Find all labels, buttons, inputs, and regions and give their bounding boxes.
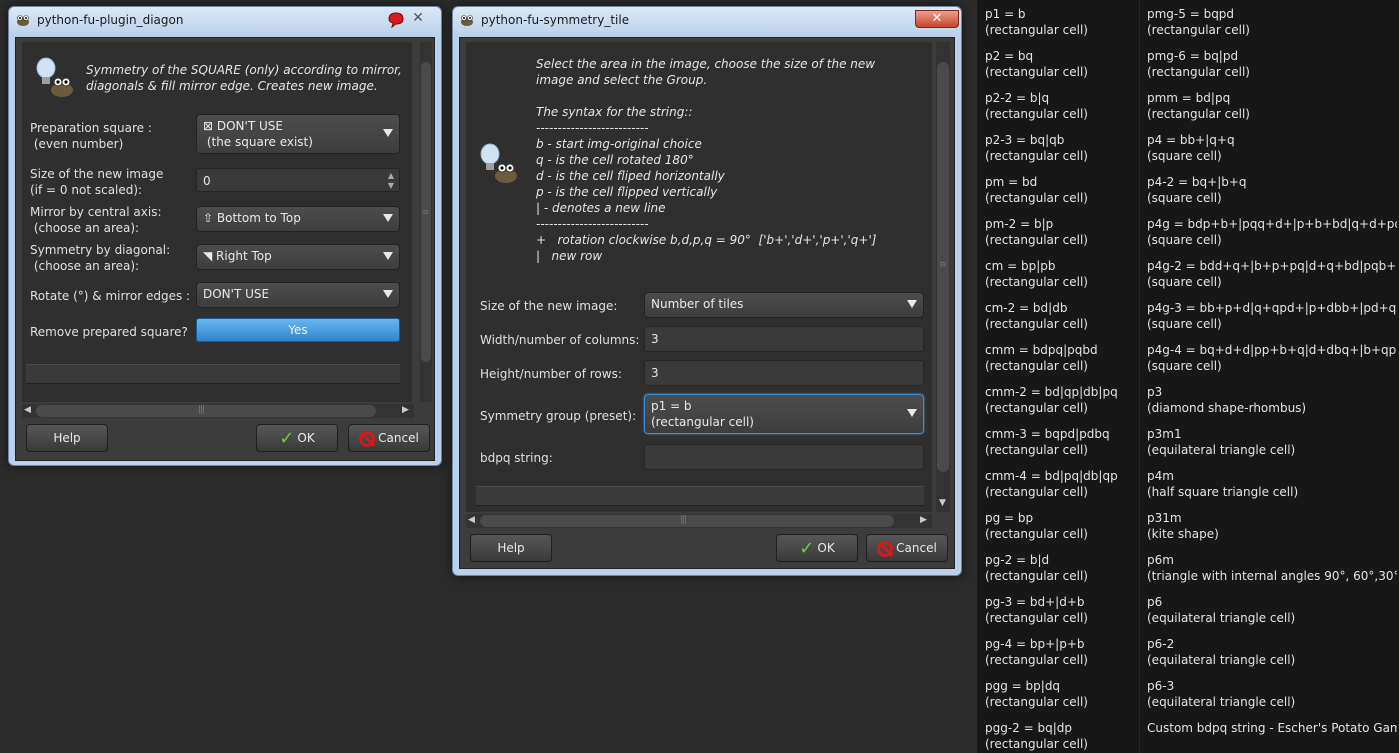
symmetry-diagonal-label: Symmetry by diagonal: (choose an area):	[30, 243, 171, 273]
bdpq-string-input[interactable]	[644, 444, 924, 470]
list-item[interactable]: p4g-2 = bdd+q+|b+p+pq|d+q+bd|pqb+p+ (squa…	[1147, 258, 1397, 300]
tile-intro-text: Select the area in the image, choose the…	[536, 57, 877, 263]
tile-size-combo[interactable]: Number of tiles	[644, 292, 924, 318]
tile-titlebar[interactable]: python-fu-symmetry_tile ✕	[453, 7, 961, 35]
scroll-thumb[interactable]	[36, 405, 376, 417]
height-rows-label: Height/number of rows:	[480, 367, 622, 381]
bdpq-string-label: bdpq string:	[480, 451, 553, 465]
horizontal-scrollbar[interactable]: ◀ ||| ▶	[22, 404, 414, 418]
new-size-spinbox[interactable]: 0 ▲ ▼	[196, 168, 400, 192]
new-size-label: Size of the new image (if = 0 not scaled…	[30, 167, 164, 197]
spin-arrows-icon[interactable]: ▲ ▼	[385, 171, 397, 190]
list-item[interactable]: p4-2 = bq+|b+q (square cell)	[1147, 174, 1397, 216]
chevron-down-icon	[383, 290, 393, 298]
scroll-left-icon[interactable]: ◀	[468, 515, 475, 525]
list-item[interactable]: Custom bdpq string - Escher's Potato Gam…	[1147, 720, 1397, 753]
symmetry-group-label: Symmetry group (preset):	[480, 409, 637, 423]
list-item[interactable]: p4g-3 = bb+p+d|q+qpd+|p+dbb+|pd+q+q (squa…	[1147, 300, 1397, 342]
rotate-mirror-label: Rotate (°) & mirror edges :	[30, 289, 191, 303]
cancel-button[interactable]: Cancel	[348, 424, 430, 452]
width-columns-input[interactable]: 3	[644, 326, 924, 352]
chevron-down-icon	[907, 300, 917, 308]
cancel-icon	[359, 430, 376, 447]
close-icon[interactable]: ✕	[407, 11, 429, 27]
diagon-content: Symmetry of the SQUARE (only) according …	[22, 42, 412, 402]
notification-balloon-icon[interactable]	[387, 11, 405, 29]
lightbulb-wilber-icon	[480, 143, 517, 183]
scroll-right-icon[interactable]: ▶	[402, 405, 409, 415]
list-item[interactable]: pmg-6 = bq|pd (rectangular cell)	[1147, 48, 1397, 90]
vertical-scrollbar[interactable]: ≡ ▼	[936, 42, 950, 512]
diagon-title: python-fu-plugin_diagon	[37, 13, 184, 27]
tile-content: Select the area in the image, choose the…	[466, 42, 932, 512]
rotate-mirror-combo[interactable]: DON'T USE	[196, 282, 400, 308]
scroll-left-icon[interactable]: ◀	[24, 405, 31, 415]
horizontal-scrollbar[interactable]: ◀ ||| ▶	[466, 514, 932, 528]
scroll-right-icon[interactable]: ▶	[920, 515, 927, 525]
gimp-app-icon	[461, 15, 473, 26]
list-item[interactable]: p6 (equilateral triangle cell)	[1147, 594, 1397, 636]
cancel-button[interactable]: Cancel	[866, 534, 948, 562]
list-item[interactable]: p3m1 (equilateral triangle cell)	[1147, 426, 1397, 468]
ok-button[interactable]: ✓ OK	[256, 424, 338, 452]
diagon-client: Symmetry of the SQUARE (only) according …	[15, 37, 435, 461]
gimp-app-icon	[17, 15, 29, 26]
tile-size-label: Size of the new image:	[480, 299, 618, 313]
list-item[interactable]: p31m (kite shape)	[1147, 510, 1397, 552]
group-list-column-2: pmg-5 = bqpd (rectangular cell) pmg-6 = b…	[1147, 6, 1397, 753]
remove-square-toggle[interactable]: Yes	[196, 318, 400, 342]
width-columns-label: Width/number of columns:	[480, 333, 640, 347]
symmetry-group-combo[interactable]: p1 = b (rectangular cell)	[644, 394, 924, 434]
symmetry-group-dropdown-list[interactable]: p1 = b (rectangular cell) p2 = bq (rectang…	[977, 0, 1399, 753]
chevron-down-icon	[907, 409, 917, 417]
tile-dialog: python-fu-symmetry_tile ✕ Select the are…	[452, 6, 962, 576]
diagon-dialog: python-fu-plugin_diagon ✕ Symmetry of th…	[8, 6, 442, 466]
cancel-icon	[877, 540, 894, 557]
help-button[interactable]: Help	[26, 424, 108, 452]
preparation-square-label: Preparation square : (even number)	[30, 121, 152, 151]
list-item[interactable]: p4g = bdp+b+|pqq+d+|p+b+bd|q+d+pq (square…	[1147, 216, 1397, 258]
list-item[interactable]: p4m (half square triangle cell)	[1147, 468, 1397, 510]
separator	[476, 486, 924, 506]
close-icon[interactable]: ✕	[915, 10, 959, 28]
list-item[interactable]: p6m (triangle with internal angles 90°, 6…	[1147, 552, 1397, 594]
diagon-titlebar[interactable]: python-fu-plugin_diagon ✕	[9, 7, 441, 35]
symmetry-diagonal-combo[interactable]: ◥ Right Top	[196, 244, 400, 270]
height-rows-input[interactable]: 3	[644, 360, 924, 386]
chevron-down-icon	[383, 129, 393, 137]
list-item[interactable]: p4 = bb+|q+q (square cell)	[1147, 132, 1397, 174]
chevron-down-icon	[383, 214, 393, 222]
preparation-square-combo[interactable]: ⊠ DON'T USE (the square exist)	[196, 114, 400, 154]
mirror-axis-combo[interactable]: ⇧ Bottom to Top	[196, 206, 400, 232]
list-item[interactable]: p6-3 (equilateral triangle cell)	[1147, 678, 1397, 720]
list-item[interactable]: p3 (diamond shape-rhombus)	[1147, 384, 1397, 426]
tile-title: python-fu-symmetry_tile	[481, 13, 630, 27]
mirror-axis-label: Mirror by central axis: (choose an area)…	[30, 205, 162, 235]
lightbulb-wilber-icon	[36, 57, 73, 97]
list-item[interactable]: p4g-4 = bq+d+d|pp+b+q|d+dbq+|b+qpp+ (squa…	[1147, 342, 1397, 384]
scroll-down-icon[interactable]: ▼	[939, 498, 946, 508]
tile-client: Select the area in the image, choose the…	[459, 37, 955, 569]
checkmark-icon: ✓	[279, 427, 295, 449]
list-item[interactable]: pmm = bd|pq (rectangular cell)	[1147, 90, 1397, 132]
diagon-intro-text: Symmetry of the SQUARE (only) according …	[86, 63, 402, 93]
list-item[interactable]: pmg-5 = bqpd (rectangular cell)	[1147, 6, 1397, 48]
checkmark-icon: ✓	[799, 537, 815, 559]
ok-button[interactable]: ✓ OK	[776, 534, 858, 562]
remove-square-label: Remove prepared square?	[30, 325, 188, 339]
help-button[interactable]: Help	[470, 534, 552, 562]
scroll-thumb[interactable]	[480, 515, 894, 527]
vertical-scrollbar[interactable]: ≡	[420, 42, 432, 402]
separator	[26, 364, 400, 384]
chevron-down-icon	[383, 252, 393, 260]
list-item[interactable]: p6-2 (equilateral triangle cell)	[1147, 636, 1397, 678]
